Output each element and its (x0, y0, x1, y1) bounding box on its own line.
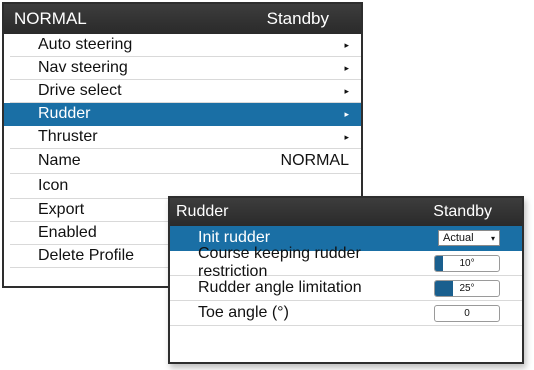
menu-item-label: Enabled (38, 224, 97, 241)
menu-item-label: Rudder (38, 105, 91, 122)
profile-name-value: NORMAL (280, 152, 349, 169)
menu-item-label: Export (38, 201, 85, 218)
menu-item-auto-steering[interactable]: Auto steering ▸ (10, 34, 361, 57)
slider-fill (435, 280, 453, 296)
toe-angle-row[interactable]: Toe angle (°) 0 (170, 301, 522, 326)
toe-angle-label: Toe angle (°) (198, 304, 289, 321)
slider-value: 25° (459, 282, 475, 294)
rudder-angle-limitation-label: Rudder angle limitation (198, 279, 362, 296)
course-keeping-restriction-label: Course keeping rudder restriction (198, 245, 361, 280)
menu-item-label: Icon (38, 177, 69, 194)
menu-header: NORMAL Standby (4, 4, 361, 34)
init-rudder-value: Actual (443, 232, 474, 244)
init-rudder-dropdown[interactable]: Actual ▾ (438, 230, 500, 246)
menu-status: Standby (266, 9, 329, 28)
rudder-angle-limitation-slider[interactable]: 25° (434, 279, 500, 297)
dialog-header: Rudder Standby (170, 198, 522, 226)
slider-value: 10° (459, 257, 475, 269)
submenu-arrow-icon: ▸ (344, 132, 349, 142)
chevron-down-icon: ▾ (490, 233, 495, 243)
menu-item-label: Thruster (38, 128, 98, 145)
dialog-title: Rudder (176, 203, 229, 220)
dialog-status: Standby (433, 203, 492, 220)
menu-item-label: Auto steering (38, 36, 133, 53)
course-keeping-restriction-row[interactable]: Course keeping rudder restriction 10° (170, 245, 522, 280)
submenu-arrow-icon: ▸ (344, 109, 349, 119)
rudder-angle-limitation-row[interactable]: Rudder angle limitation 25° (170, 276, 522, 301)
menu-item-label: Delete Profile (38, 247, 135, 264)
menu-item-drive-select[interactable]: Drive select ▸ (10, 80, 361, 103)
toe-angle-value: 0 (464, 307, 470, 319)
submenu-arrow-icon: ▸ (344, 40, 349, 50)
menu-title: NORMAL (14, 9, 87, 28)
submenu-arrow-icon: ▸ (344, 86, 349, 96)
rudder-dialog: Rudder Standby Init rudder Actual ▾ Cour… (168, 196, 524, 364)
slider-fill (435, 255, 443, 271)
menu-item-nav-steering[interactable]: Nav steering ▸ (10, 57, 361, 80)
menu-item-label: Nav steering (38, 59, 128, 76)
menu-item-name[interactable]: Name NORMAL (10, 149, 361, 174)
submenu-arrow-icon: ▸ (344, 63, 349, 73)
menu-item-label: Name (38, 152, 81, 169)
menu-item-thruster[interactable]: Thruster ▸ (10, 126, 361, 149)
menu-item-label: Drive select (38, 82, 122, 99)
menu-item-rudder[interactable]: Rudder ▸ (4, 103, 361, 126)
toe-angle-input[interactable]: 0 (434, 304, 500, 322)
course-keeping-restriction-slider[interactable]: 10° (434, 254, 500, 272)
